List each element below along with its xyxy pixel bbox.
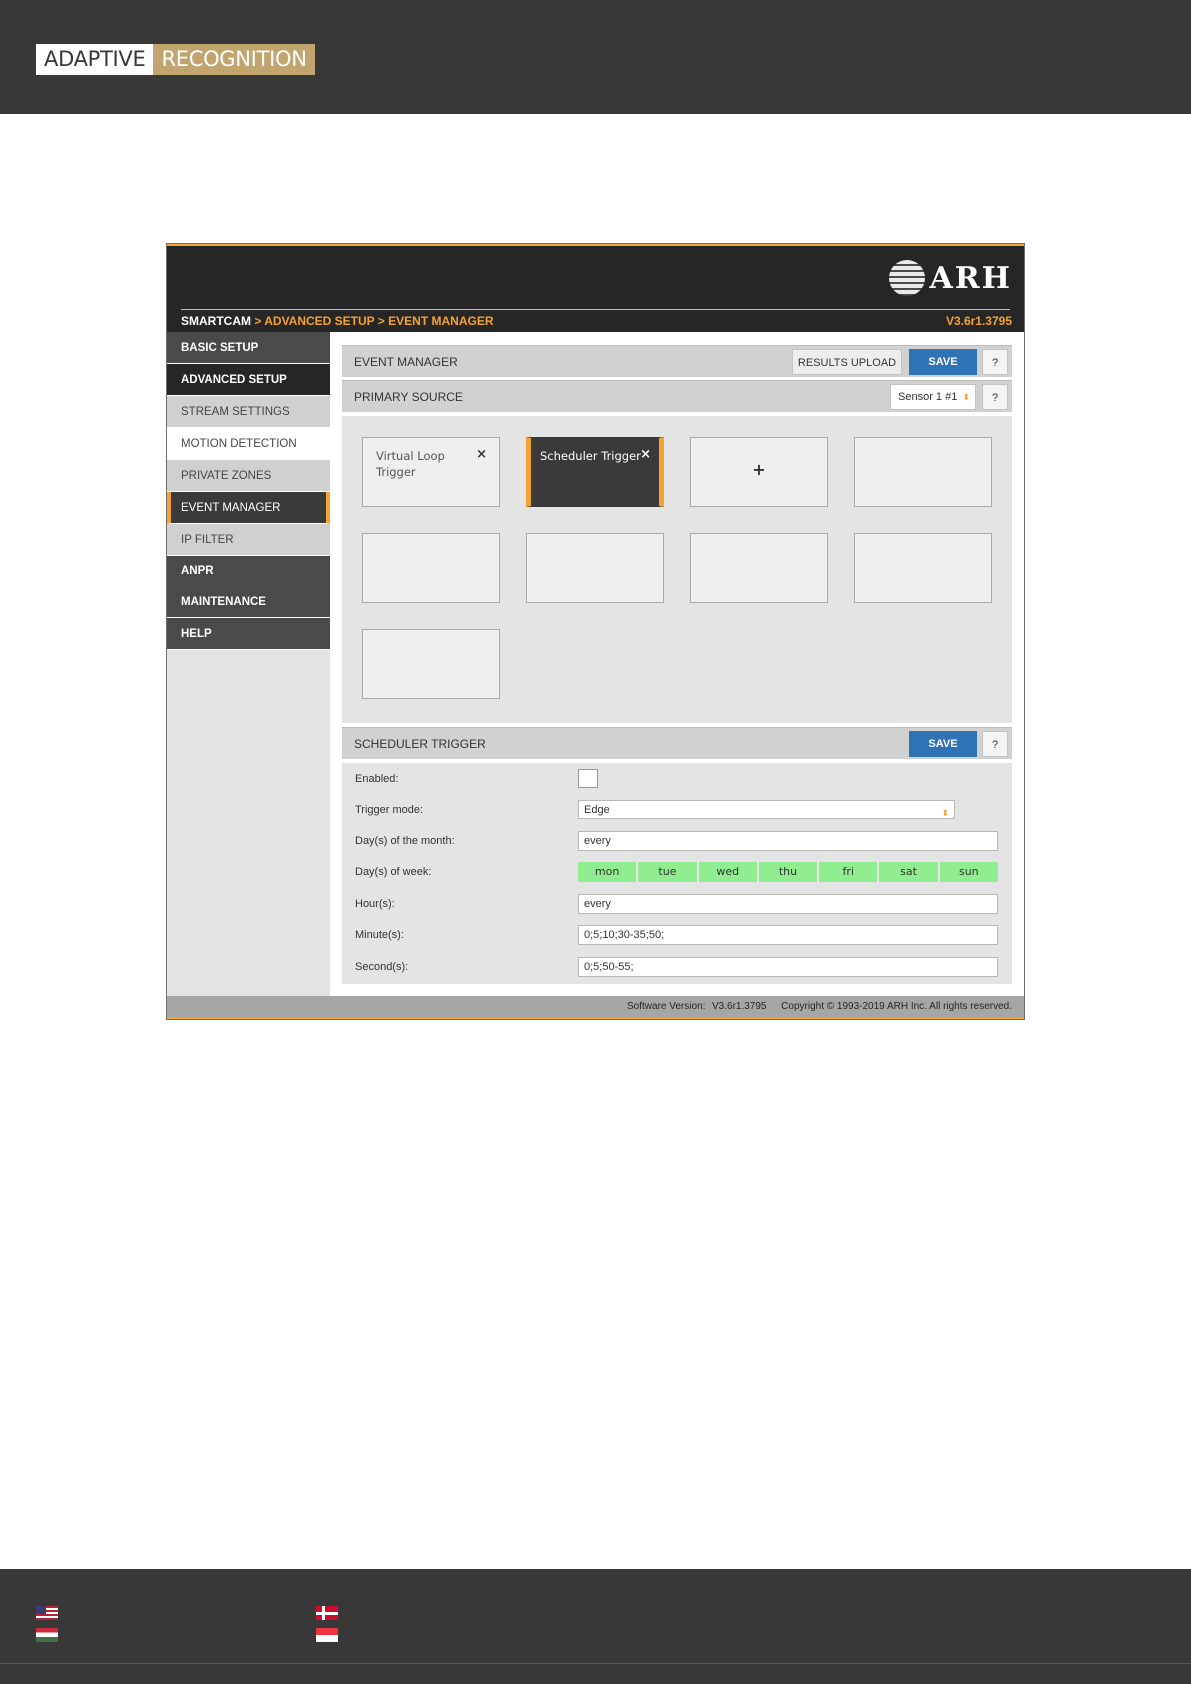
singapore-flag-icon	[316, 1628, 338, 1642]
sidebar-item-stream-settings[interactable]: STREAM SETTINGS	[167, 396, 330, 428]
software-version-label: Software Version:	[627, 1001, 706, 1012]
copyright-text: Copyright © 1993-2019 ARH Inc. All right…	[781, 1001, 1012, 1012]
tile-scheduler-trigger[interactable]: Scheduler Trigger ×	[526, 437, 664, 507]
software-version-value: V3.6r1.3795	[712, 1001, 767, 1012]
event-manager-title: EVENT MANAGER	[354, 355, 458, 369]
enabled-checkbox[interactable]	[578, 769, 598, 788]
tile-empty-slot[interactable]	[362, 533, 500, 603]
minutes-row: Minute(s): 0;5;10;30-35;50;	[355, 925, 1000, 945]
event-manager-header: EVENT MANAGER RESULTS UPLOAD SAVE ?	[342, 345, 1012, 377]
logo-part-2: RECOGNITION	[153, 44, 315, 75]
seconds-row: Second(s): 0;5;50-55;	[355, 957, 1000, 977]
days-week-selector: mon tue wed thu fri sat sun	[578, 862, 998, 882]
breadcrumb-path[interactable]: > ADVANCED SETUP > EVENT MANAGER	[251, 314, 493, 328]
minutes-label: Minute(s):	[355, 929, 404, 941]
trigger-mode-label: Trigger mode:	[355, 804, 424, 816]
tile-add-trigger[interactable]: +	[690, 437, 828, 507]
tile-empty-slot[interactable]	[690, 533, 828, 603]
event-manager-save-button[interactable]: SAVE	[909, 349, 977, 375]
arh-logo: ARH	[889, 260, 1012, 296]
tile-empty-slot[interactable]	[854, 533, 992, 603]
breadcrumb: SMARTCAM > ADVANCED SETUP > EVENT MANAGE…	[181, 314, 493, 328]
footer-divider	[0, 1663, 1191, 1664]
denmark-flag-icon	[316, 1606, 338, 1620]
logo-part-1: ADAPTIVE	[36, 44, 154, 75]
globe-icon	[889, 260, 926, 296]
app-header: ARH SMARTCAM > ADVANCED SETUP > EVENT MA…	[167, 244, 1024, 332]
hours-label: Hour(s):	[355, 898, 395, 910]
hours-input[interactable]: every	[578, 894, 998, 914]
scheduler-trigger-title: SCHEDULER TRIGGER	[354, 737, 486, 751]
sensor-select[interactable]: Sensor 1 #1 ⬍	[890, 384, 976, 410]
tile-empty-slot[interactable]	[362, 629, 500, 699]
remove-icon[interactable]: ×	[476, 447, 487, 462]
enabled-row: Enabled:	[355, 769, 1000, 789]
document-footer	[0, 1569, 1191, 1684]
sidebar-item-anpr[interactable]: ANPR	[167, 556, 330, 587]
sidebar-item-help[interactable]: HELP	[167, 618, 330, 650]
days-month-row: Day(s) of the month: every	[355, 831, 1000, 851]
arh-brand-text: ARH	[929, 260, 1012, 296]
tile-empty-slot[interactable]	[526, 533, 664, 603]
plus-icon: +	[752, 460, 766, 479]
trigger-mode-value: Edge	[584, 804, 610, 816]
version-label: V3.6r1.3795	[945, 314, 1012, 328]
scheduler-save-button[interactable]: SAVE	[909, 731, 977, 757]
hours-row: Hour(s): every	[355, 894, 1000, 914]
day-mon-toggle[interactable]: mon	[578, 862, 637, 882]
results-upload-button[interactable]: RESULTS UPLOAD	[792, 349, 902, 375]
days-week-label: Day(s) of week:	[355, 866, 432, 878]
sidebar-item-maintenance[interactable]: MAINTENANCE	[167, 587, 330, 618]
sensor-select-value: Sensor 1 #1	[898, 391, 958, 403]
event-manager-help-button[interactable]: ?	[982, 349, 1008, 375]
primary-source-header: PRIMARY SOURCE Sensor 1 #1 ⬍ ?	[342, 380, 1012, 412]
sidebar-item-ip-filter[interactable]: IP FILTER	[167, 524, 330, 556]
sidebar-item-event-manager[interactable]: EVENT MANAGER	[167, 492, 330, 524]
app-footer: Software Version: V3.6r1.3795 Copyright …	[167, 996, 1024, 1019]
sidebar-item-private-zones[interactable]: PRIVATE ZONES	[167, 460, 330, 492]
sidebar: BASIC SETUP ADVANCED SETUP STREAM SETTIN…	[167, 332, 330, 996]
adaptive-recognition-logo: ADAPTIVE RECOGNITION	[36, 44, 315, 75]
document-header: ADAPTIVE RECOGNITION	[0, 0, 1191, 114]
primary-source-title: PRIMARY SOURCE	[354, 390, 463, 404]
day-wed-toggle[interactable]: wed	[698, 862, 757, 882]
sidebar-item-basic-setup[interactable]: BASIC SETUP	[167, 332, 330, 364]
hungary-flag-icon	[36, 1628, 58, 1642]
us-flag-icon	[36, 1606, 58, 1620]
days-month-input[interactable]: every	[578, 831, 998, 851]
scheduler-help-button[interactable]: ?	[982, 731, 1008, 757]
remove-icon[interactable]: ×	[640, 447, 651, 462]
select-arrows-icon: ⬍	[941, 808, 949, 818]
sidebar-item-advanced-setup[interactable]: ADVANCED SETUP	[167, 364, 330, 396]
enabled-label: Enabled:	[355, 773, 399, 785]
tile-label: Scheduler Trigger	[540, 449, 641, 463]
select-arrows-icon: ⬍	[962, 392, 970, 402]
day-sat-toggle[interactable]: sat	[879, 862, 938, 882]
seconds-input[interactable]: 0;5;50-55;	[578, 957, 998, 977]
day-sun-toggle[interactable]: sun	[939, 862, 998, 882]
minutes-input[interactable]: 0;5;10;30-35;50;	[578, 925, 998, 945]
breadcrumb-root[interactable]: SMARTCAM	[181, 314, 251, 328]
scheduler-form: Enabled: Trigger mode: Edge ⬍ Day(s) of …	[342, 763, 1012, 984]
trigger-tiles-area: Virtual Loop Trigger × Scheduler Trigger…	[342, 416, 1012, 723]
tile-empty-slot[interactable]	[854, 437, 992, 507]
tile-label: Virtual Loop Trigger	[376, 449, 445, 479]
day-fri-toggle[interactable]: fri	[819, 862, 878, 882]
primary-source-help-button[interactable]: ?	[982, 384, 1008, 410]
seconds-label: Second(s):	[355, 961, 409, 973]
tile-virtual-loop-trigger[interactable]: Virtual Loop Trigger ×	[362, 437, 500, 507]
scheduler-trigger-header: SCHEDULER TRIGGER SAVE ?	[342, 727, 1012, 759]
smartcam-window: ARH SMARTCAM > ADVANCED SETUP > EVENT MA…	[166, 243, 1025, 1020]
trigger-mode-select[interactable]: Edge ⬍	[578, 800, 955, 819]
main-content: EVENT MANAGER RESULTS UPLOAD SAVE ? PRIM…	[342, 345, 1012, 984]
days-month-label: Day(s) of the month:	[355, 835, 455, 847]
day-tue-toggle[interactable]: tue	[638, 862, 697, 882]
days-week-row: Day(s) of week: mon tue wed thu fri sat …	[355, 862, 1000, 882]
header-divider	[181, 309, 1010, 310]
day-thu-toggle[interactable]: thu	[758, 862, 818, 882]
sidebar-item-motion-detection[interactable]: MOTION DETECTION	[167, 428, 330, 460]
trigger-mode-row: Trigger mode: Edge ⬍	[355, 800, 1000, 820]
